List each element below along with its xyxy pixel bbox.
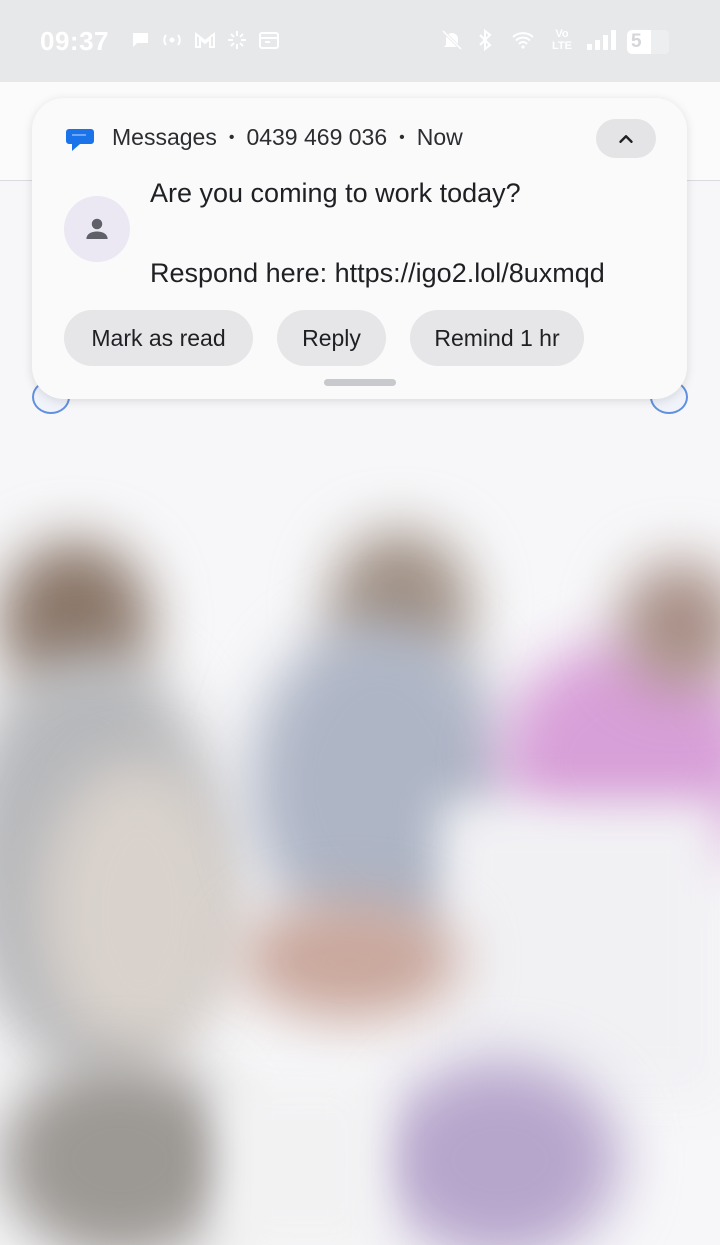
sender-number: 0439 469 036 (246, 124, 388, 150)
notification-time: Now (416, 124, 463, 150)
signal-icon (585, 28, 617, 52)
status-time: 09:37 (40, 26, 109, 56)
drag-handle[interactable] (324, 379, 396, 386)
sparkle-icon (225, 28, 249, 52)
volte-label: Vo LTE (552, 28, 572, 52)
gmail-icon (193, 28, 217, 52)
reply-button[interactable]: Reply (277, 310, 386, 366)
mute-icon (440, 28, 464, 52)
separator-dot: • (228, 128, 235, 146)
hotspot-icon (160, 28, 184, 52)
remind-button[interactable]: Remind 1 hr (410, 310, 584, 366)
battery-icon: 5 (627, 30, 669, 54)
message-notification[interactable]: Messages • 0439 469 036 • Now Are you co… (32, 98, 687, 399)
mark-as-read-button[interactable]: Mark as read (64, 310, 253, 366)
notification-header: Messages • 0439 469 036 • Now (112, 124, 463, 151)
separator-dot: • (399, 128, 405, 146)
bluetooth-icon (473, 28, 497, 52)
message-text-line1: Are you coming to work today? (150, 178, 521, 208)
message-text-line2[interactable]: Respond here: https://igo2.lol/8uxmqd (150, 258, 605, 289)
chat-bubble-icon (128, 28, 152, 52)
chevron-up-icon (619, 134, 633, 143)
collapse-button[interactable] (596, 119, 656, 158)
messages-app-icon (66, 126, 96, 154)
wifi-icon (506, 28, 540, 52)
calendar-icon (257, 28, 281, 52)
person-avatar-icon (64, 196, 130, 262)
battery-level: 5 (631, 31, 642, 52)
app-name: Messages (112, 124, 217, 150)
status-bar: 09:37 Vo LTE 5 (0, 0, 720, 82)
